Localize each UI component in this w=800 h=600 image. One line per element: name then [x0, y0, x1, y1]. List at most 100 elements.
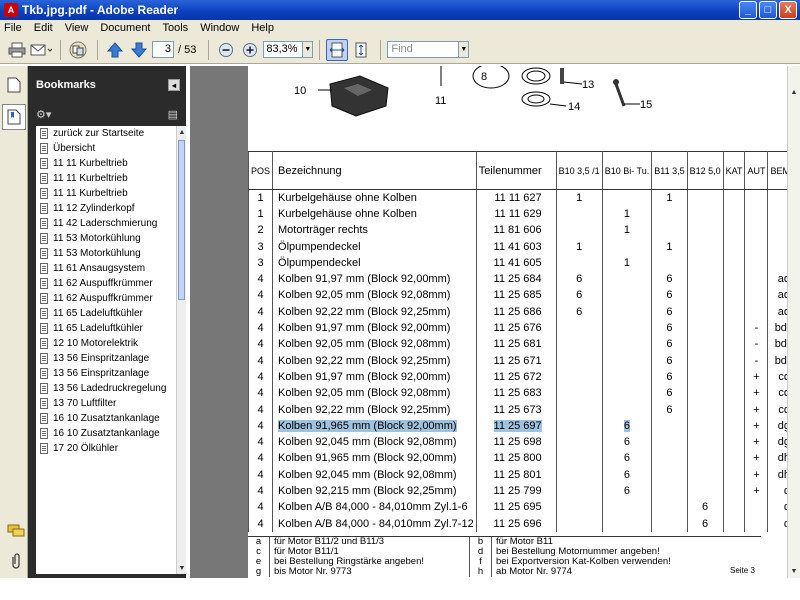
fit-width-icon[interactable] — [326, 38, 349, 61]
header-kat: KAT — [722, 151, 746, 190]
table-cell — [744, 189, 769, 206]
close-button[interactable]: X — [779, 1, 797, 19]
doc-scroll-up-icon[interactable]: ▲ — [788, 86, 800, 99]
table-cell: 1 — [555, 238, 603, 255]
bookmark-item[interactable]: 11 12 Zylinderkopf — [36, 201, 176, 216]
table-row: 4 Kolben 92,22 mm (Block 92,25mm) 11 25 67… — [247, 401, 787, 418]
maximize-button[interactable]: □ — [759, 1, 777, 19]
scroll-down-icon[interactable]: ▼ — [177, 562, 187, 574]
cell-aut: - — [754, 322, 759, 335]
table-cell: Kolben A/B 84,000 - 84,010mm Zyl.1-6 — [272, 499, 477, 516]
previous-page-icon[interactable] — [104, 39, 126, 61]
bookmark-item[interactable]: 13 56 Ladedruckregelung — [36, 381, 176, 396]
cell-teilenummer: 11 25 686 — [493, 305, 542, 318]
menu-view[interactable]: View — [65, 22, 89, 34]
cell-bem: ad — [777, 289, 787, 302]
bookmark-item[interactable]: 11 53 Motorkühlung — [36, 231, 176, 246]
table-row: 4 Kolben 92,22 mm (Block 92,25mm) 11 25 67… — [247, 352, 787, 369]
bookmark-item[interactable]: 11 62 Auspuffkrümmer — [36, 291, 176, 306]
options-gear-icon[interactable]: ⚙▾ — [36, 108, 51, 121]
table-cell: 1 — [601, 222, 653, 239]
bookmark-scrollbar[interactable]: ▲ ▼ — [176, 126, 186, 574]
cell-pos: 4 — [257, 403, 264, 416]
scroll-up-icon[interactable]: ▲ — [177, 126, 187, 138]
zoom-out-icon[interactable] — [215, 39, 237, 61]
bookmark-item[interactable]: 11 53 Motorkühlung — [36, 246, 176, 261]
print-icon[interactable] — [6, 39, 28, 61]
table-cell: 2 — [247, 222, 274, 239]
email-icon[interactable] — [30, 39, 52, 61]
table-cell: 4 — [247, 385, 274, 402]
menu-edit[interactable]: Edit — [34, 22, 53, 34]
bookmark-item[interactable]: 13 56 Einspritzanlage — [36, 351, 176, 366]
bookmark-item[interactable]: 11 65 Ladeluftkühler — [36, 306, 176, 321]
table-cell — [555, 336, 603, 353]
bookmark-item[interactable]: 13 56 Einspritzanlage — [36, 366, 176, 381]
table-cell — [555, 482, 603, 500]
bookmark-item[interactable]: 13 70 Luftfilter — [36, 396, 176, 411]
window-title: Tkb.jpg.pdf - Adobe Reader — [22, 3, 179, 17]
bookmark-item[interactable]: 11 11 Kurbeltrieb — [36, 171, 176, 186]
table-cell: Kolben 92,05 mm (Block 92,08mm) — [272, 336, 477, 353]
table-cell: 1 — [247, 205, 274, 223]
page-icon — [40, 398, 48, 409]
bookmark-item[interactable]: 16 10 Zusatztankanlage — [36, 411, 176, 426]
table-cell — [555, 254, 603, 271]
find-input[interactable]: Find — [387, 41, 460, 58]
bookmark-item[interactable]: Übersicht — [36, 141, 176, 156]
comments-icon[interactable] — [4, 518, 28, 544]
cell-pos: 4 — [257, 484, 264, 497]
zoom-in-icon[interactable] — [239, 39, 261, 61]
page-icon — [40, 413, 48, 424]
close-panel-button[interactable]: ◂ — [168, 79, 180, 91]
bookmark-label: 11 11 Kurbeltrieb — [53, 173, 128, 184]
find-dropdown-icon[interactable]: ▼ — [459, 41, 470, 58]
table-cell — [651, 466, 688, 483]
fit-page-icon[interactable] — [350, 39, 372, 61]
collaborate-icon[interactable] — [67, 39, 89, 61]
new-bookmark-icon[interactable]: ▤ — [168, 108, 178, 121]
next-page-icon[interactable] — [128, 39, 150, 61]
document-view[interactable]: 10 11 8 13 14 15 POS Bezeichnung Teilenu… — [190, 66, 787, 578]
label-10: 10 — [294, 85, 306, 97]
bookmark-item[interactable]: 11 11 Kurbeltrieb — [36, 156, 176, 171]
pages-icon[interactable] — [2, 72, 26, 98]
cell-bezeichnung: Kolben 92,045 mm (Block 92,08mm) — [278, 468, 457, 481]
bookmark-item[interactable]: 17 20 Ölkühler — [36, 441, 176, 456]
pdf-page: 10 11 8 13 14 15 POS Bezeichnung Teilenu… — [247, 66, 787, 578]
table-cell: 11 25 684 — [475, 270, 557, 288]
bookmark-item[interactable]: 11 61 Ansaugsystem — [36, 261, 176, 276]
menu-tools[interactable]: Tools — [163, 22, 189, 34]
bookmark-item[interactable]: 11 62 Auspuffkrümmer — [36, 276, 176, 291]
bookmark-item[interactable]: 16 10 Zusatztankanlage — [36, 426, 176, 441]
cell-pos: 4 — [257, 501, 264, 514]
header-b10-bitu: B10 Bi- Tu. — [601, 151, 653, 190]
table-cell — [722, 222, 746, 239]
bookmarks-tab-icon[interactable] — [2, 104, 26, 130]
zoom-dropdown-icon[interactable]: ▼ — [303, 41, 314, 58]
table-cell — [686, 401, 724, 418]
attachments-icon[interactable] — [4, 548, 28, 574]
table-cell: 3 — [247, 238, 274, 255]
document-scrollbar[interactable]: ▲ ▼ — [787, 66, 800, 578]
bookmark-item[interactable]: zurück zur Startseite — [36, 126, 176, 141]
label-14: 14 — [568, 101, 580, 113]
bookmark-item[interactable]: 11 65 Ladeluftkühler — [36, 321, 176, 336]
menu-document[interactable]: Document — [100, 22, 150, 34]
zoom-level-input[interactable]: 83,3% — [263, 41, 304, 58]
table-cell — [744, 222, 769, 239]
page-number-input[interactable]: 3 — [152, 41, 174, 58]
bookmark-item[interactable]: 11 42 Laderschmierung — [36, 216, 176, 231]
bookmark-label: 16 10 Zusatztankanlage — [53, 428, 160, 439]
minimize-button[interactable]: _ — [739, 1, 757, 19]
menu-help[interactable]: Help — [251, 22, 274, 34]
bookmark-item[interactable]: 12 10 Motorelektrik — [36, 336, 176, 351]
doc-scroll-down-icon[interactable]: ▼ — [788, 565, 800, 578]
cell-aut: - — [754, 338, 759, 351]
bookmark-item[interactable]: 11 11 Kurbeltrieb — [36, 186, 176, 201]
menu-window[interactable]: Window — [200, 22, 239, 34]
scroll-thumb[interactable] — [178, 140, 185, 300]
menu-file[interactable]: File — [4, 22, 22, 34]
table-cell — [686, 466, 724, 483]
cell-b12-50: 6 — [702, 517, 709, 530]
